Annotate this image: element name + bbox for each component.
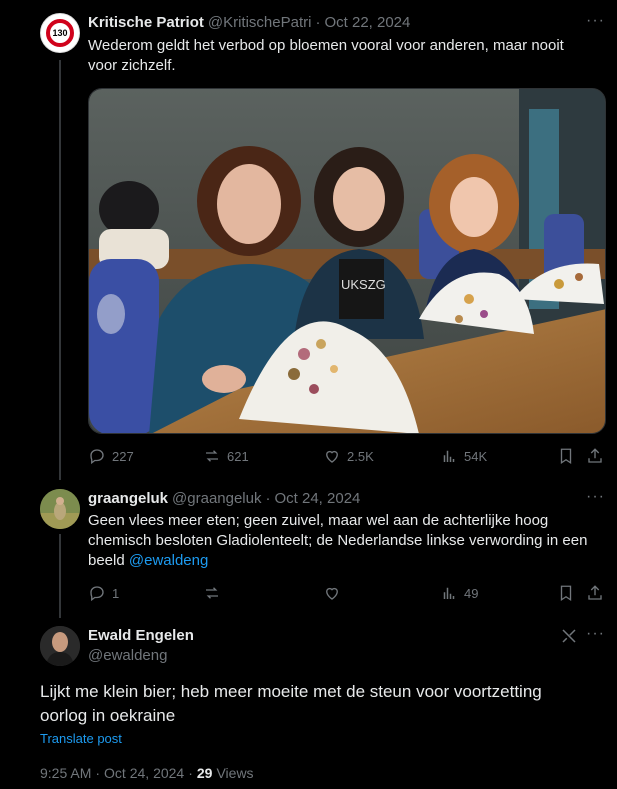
post-date[interactable]: Oct 22, 2024 (324, 14, 410, 31)
bookmark-icon (560, 448, 572, 465)
svg-text:UKSZG: UKSZG (341, 277, 386, 292)
grok-icon[interactable] (560, 627, 578, 650)
separator-dot: · (265, 490, 271, 507)
views-button[interactable]: 49 (440, 584, 478, 602)
author-name[interactable]: Ewald Engelen (88, 627, 194, 644)
repost-button[interactable]: 621 (203, 447, 249, 465)
heart-icon (326, 450, 338, 463)
reply-icon (90, 449, 104, 465)
views-icon (443, 450, 455, 462)
person-photo-icon (40, 626, 80, 666)
post-text: Geen vlees meer eten; geen zuivel, maar … (88, 512, 588, 569)
share-button[interactable] (586, 584, 604, 602)
author-name[interactable]: Kritische Patriot (88, 14, 204, 31)
avatar[interactable] (40, 489, 80, 529)
reply-button[interactable]: 227 (88, 447, 134, 465)
author-handle[interactable]: @ewaldeng (88, 647, 167, 664)
post-text: Wederom geldt het verbod op bloemen voor… (88, 37, 564, 74)
avatar[interactable] (40, 626, 80, 666)
repost-icon (206, 587, 218, 599)
mention-link[interactable]: @ewaldeng (129, 552, 208, 569)
post-time[interactable]: 9:25 AM (40, 765, 91, 781)
views-count: 29 (196, 765, 213, 781)
like-button[interactable] (323, 584, 347, 602)
views-label: Views (216, 765, 254, 781)
post-image[interactable]: UKSZG (88, 88, 606, 434)
post-text: Lijkt me klein bier; heb meer moeite met… (40, 682, 542, 725)
grain-field-icon (40, 489, 80, 529)
avatar[interactable]: 130 (40, 13, 80, 53)
reply-button[interactable]: 1 (88, 584, 119, 602)
thread-line (59, 534, 61, 618)
author-handle[interactable]: @graangeluk (172, 490, 261, 507)
separator-dot: · (315, 14, 321, 31)
thread-line (59, 60, 61, 480)
share-button[interactable] (586, 447, 604, 465)
repost-icon (206, 450, 218, 462)
separator-dot: · (188, 765, 193, 781)
post-date[interactable]: Oct 24, 2024 (104, 765, 184, 781)
translate-post-link[interactable]: Translate post (40, 731, 122, 746)
bookmark-button[interactable] (557, 584, 575, 602)
views-icon (443, 587, 455, 599)
repost-button[interactable] (203, 584, 227, 602)
post-date[interactable]: Oct 24, 2024 (274, 490, 360, 507)
share-icon (588, 448, 602, 463)
like-button[interactable]: 2.5K (323, 447, 374, 465)
reply-icon (90, 586, 104, 602)
views-button[interactable]: 54K (440, 447, 487, 465)
bookmark-icon (560, 585, 572, 602)
share-icon (588, 585, 602, 600)
author-name[interactable]: graangeluk (88, 490, 168, 507)
more-options-icon[interactable]: ··· (586, 12, 605, 30)
bookmark-button[interactable] (557, 447, 575, 465)
more-options-icon[interactable]: ··· (586, 625, 605, 643)
heart-icon (326, 587, 338, 600)
separator-dot: · (95, 765, 101, 781)
more-options-icon[interactable]: ··· (586, 488, 605, 506)
speed-sign-icon: 130 (46, 19, 74, 47)
author-handle[interactable]: @KritischePatri (208, 14, 312, 31)
